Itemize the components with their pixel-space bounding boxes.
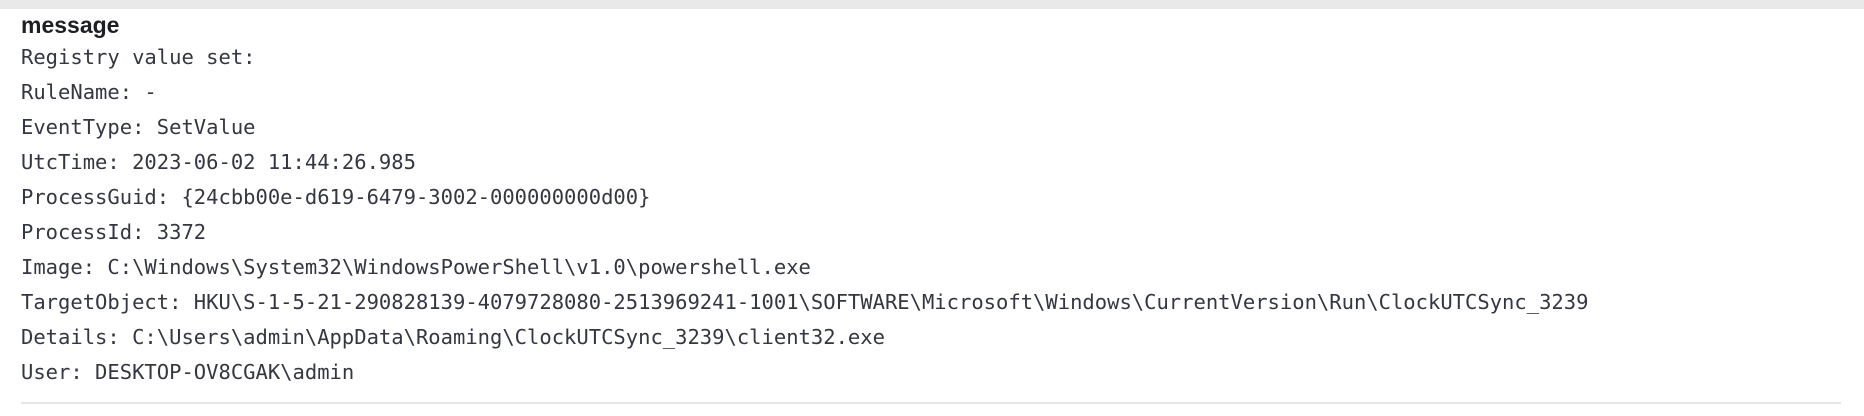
message-line-image: Image: C:\Windows\System32\WindowsPowerS… (21, 255, 811, 279)
message-value[interactable]: Registry value set: RuleName: - EventTyp… (21, 40, 1841, 390)
bottom-divider (21, 402, 1841, 404)
message-line-processid: ProcessId: 3372 (21, 220, 207, 244)
field-name-label: message (21, 12, 120, 38)
message-line-details: Details: C:\Users\admin\AppData\Roaming\… (21, 325, 885, 349)
message-field: message Registry value set: RuleName: - … (21, 10, 1841, 390)
message-line-targetobject: TargetObject: HKU\S-1-5-21-290828139-407… (21, 290, 1589, 314)
message-line-utctime: UtcTime: 2023-06-02 11:44:26.985 (21, 150, 416, 174)
message-line-processguid: ProcessGuid: {24cbb00e-d619-6479-3002-00… (21, 185, 651, 209)
top-separator-band (0, 0, 1864, 9)
message-line-eventtype: EventType: SetValue (21, 115, 256, 139)
message-line-header: Registry value set: (21, 45, 256, 69)
message-line-rulename: RuleName: - (21, 80, 157, 104)
message-line-user: User: DESKTOP-OV8CGAK\admin (21, 360, 355, 384)
